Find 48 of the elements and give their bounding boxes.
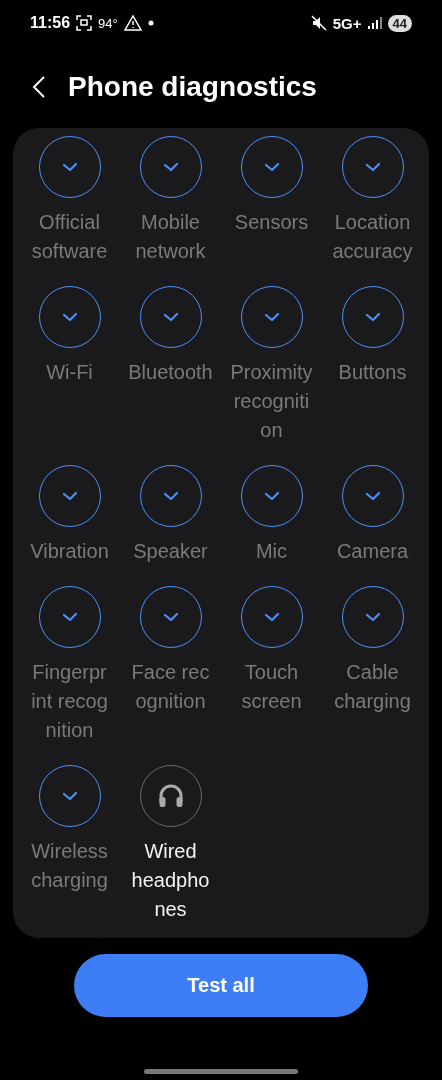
screenshot-icon — [76, 15, 93, 31]
back-button[interactable] — [32, 75, 46, 99]
checkmark-icon — [263, 161, 280, 173]
status-time: 11:56 — [30, 14, 71, 32]
warning-icon — [123, 15, 142, 31]
checkmark-icon — [162, 311, 179, 323]
page-title: Phone diagnostics — [68, 71, 317, 103]
test-label: Official software — [31, 210, 108, 264]
checkmark-icon — [162, 161, 179, 173]
checkmark-icon — [364, 611, 381, 623]
test-all-button[interactable]: Test all — [74, 954, 368, 1017]
checkmark-icon — [61, 611, 78, 623]
checkmark-icon — [162, 611, 179, 623]
temperature-text: 94° — [98, 15, 118, 31]
test-label: Cable charging — [334, 660, 411, 714]
checkmark-icon — [61, 490, 78, 502]
dot-icon — [147, 20, 154, 26]
test-label: Touch screen — [241, 660, 302, 714]
checkmark-icon — [61, 161, 78, 173]
test-label: Speaker — [133, 539, 208, 564]
test-label: Sensors — [234, 210, 309, 235]
test-label: Wired headpho nes — [131, 839, 210, 922]
test-label: Mobile network — [135, 210, 206, 264]
test-label: Mic — [255, 539, 288, 564]
checkmark-icon — [162, 490, 179, 502]
network-text: 5G+ — [332, 14, 362, 32]
checkmark-icon — [364, 161, 381, 173]
checkmark-icon — [364, 490, 381, 502]
test-label: Face rec ognition — [131, 660, 210, 714]
checkmark-icon — [61, 790, 78, 802]
test-label: Wireless charging — [31, 839, 108, 893]
headphones-icon — [157, 784, 184, 808]
signal-icon — [367, 17, 382, 29]
test-label: Bluetooth — [128, 360, 213, 385]
checkmark-icon — [263, 490, 280, 502]
test-label: Camera — [336, 539, 409, 564]
test-label: Vibration — [30, 539, 109, 564]
checkmark-icon — [263, 611, 280, 623]
test-label: Wi-Fi — [46, 360, 93, 385]
test-label: Location accuracy — [332, 210, 413, 264]
test-label: Buttons — [338, 360, 407, 385]
battery-level: 44 — [387, 14, 412, 32]
checkmark-icon — [61, 311, 78, 323]
checkmark-icon — [364, 311, 381, 323]
mute-icon — [310, 15, 327, 31]
checkmark-icon — [263, 311, 280, 323]
test-label: Proximity recogniti on — [230, 360, 313, 443]
test-label: Fingerpr int recog nition — [31, 660, 108, 743]
